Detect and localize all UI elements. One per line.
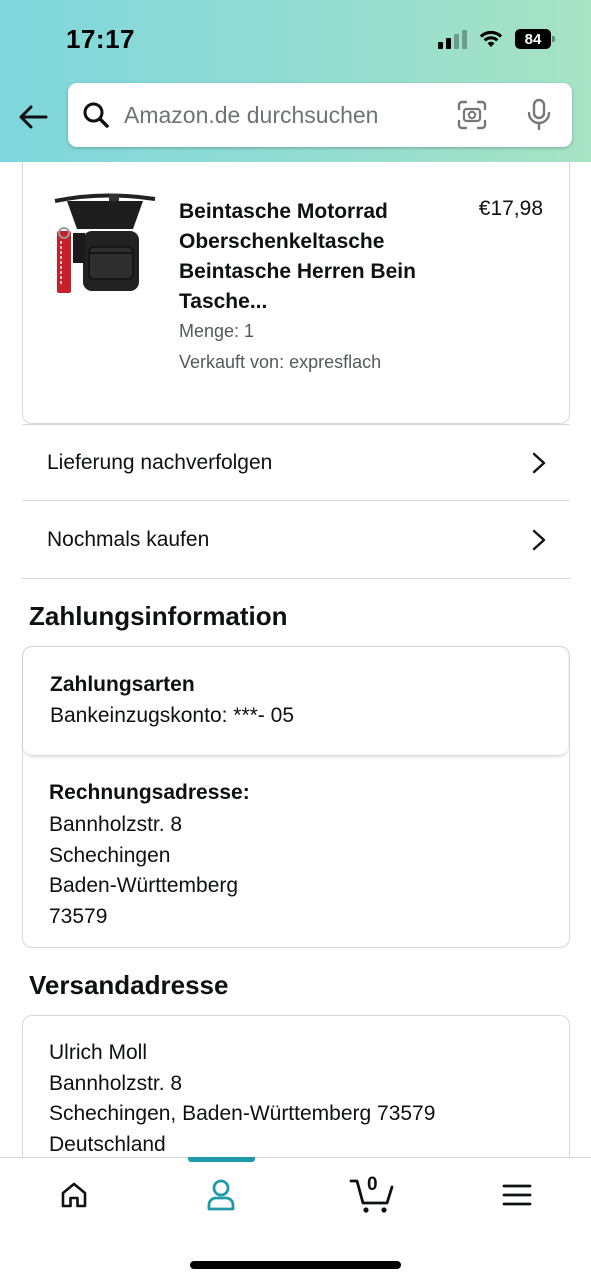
billing-street: Bannholzstr. 8 xyxy=(49,813,183,836)
home-icon xyxy=(61,1182,87,1208)
shipping-street: Bannholzstr. 8 xyxy=(49,1071,183,1095)
menu-icon xyxy=(502,1184,532,1206)
account-icon xyxy=(207,1179,235,1211)
payment-card: Zahlungsarten Bankeinzugskonto: ***- 05 … xyxy=(22,646,570,948)
shipping-city-line: Schechingen, Baden-Württemberg 73579 xyxy=(49,1102,436,1125)
camera-scan-icon[interactable] xyxy=(456,99,488,131)
payment-methods-box[interactable]: Zahlungsarten Bankeinzugskonto: ***- 05 xyxy=(23,647,568,756)
product-price: €17,98 xyxy=(478,197,543,220)
product-image[interactable] xyxy=(47,193,157,303)
product-seller: Verkauft von: expresflach xyxy=(179,352,382,372)
back-arrow-icon[interactable] xyxy=(16,100,50,134)
payment-heading: Zahlungsinformation xyxy=(29,601,288,631)
billing-zip: 73579 xyxy=(49,904,108,928)
track-delivery-label: Lieferung nachverfolgen xyxy=(47,450,273,474)
payment-methods-value: Bankeinzugskonto: ***- 05 xyxy=(50,704,294,727)
payment-methods-label: Zahlungsarten xyxy=(50,673,195,696)
billing-state: Baden-Württemberg xyxy=(49,874,239,897)
search-box[interactable] xyxy=(68,83,572,147)
wifi-icon xyxy=(479,30,503,47)
product-title[interactable]: Beintasche Motorrad Oberschenkeltasche B… xyxy=(179,197,419,317)
nav-menu-button[interactable] xyxy=(487,1174,547,1216)
chevron-right-icon xyxy=(532,452,546,473)
cart-count-badge: 0 xyxy=(367,1174,378,1195)
nav-cart-button[interactable]: 0 xyxy=(342,1174,402,1216)
nav-account-button[interactable] xyxy=(191,1174,251,1216)
billing-address: Bannholzstr. 8 Schechingen Baden-Württem… xyxy=(49,810,238,932)
shipping-address: Ulrich Moll Bannholzstr. 8 Schechingen, … xyxy=(49,1038,435,1160)
search-icon xyxy=(83,102,109,128)
shipping-country: Deutschland xyxy=(49,1132,166,1156)
buy-again-row[interactable]: Nochmals kaufen xyxy=(22,502,570,579)
chevron-right-icon xyxy=(532,529,546,551)
billing-city: Schechingen xyxy=(49,843,171,867)
battery-icon: 84 xyxy=(515,29,555,49)
cellular-signal-icon xyxy=(438,29,467,49)
order-item-card[interactable]: Beintasche Motorrad Oberschenkeltasche B… xyxy=(22,130,570,424)
home-indicator-bar[interactable] xyxy=(190,1261,401,1269)
bottom-navigation: 0 xyxy=(0,1157,591,1280)
status-icons: 84 xyxy=(438,26,555,52)
shipping-heading: Versandadresse xyxy=(29,970,229,1000)
billing-address-label: Rechnungsadresse: xyxy=(49,781,250,804)
microphone-icon[interactable] xyxy=(524,98,554,132)
buy-again-label: Nochmals kaufen xyxy=(47,528,210,551)
top-header: 17:17 84 xyxy=(0,0,591,162)
track-delivery-row[interactable]: Lieferung nachverfolgen xyxy=(22,424,570,501)
search-input[interactable] xyxy=(124,97,454,133)
nav-home-button[interactable] xyxy=(44,1174,104,1216)
product-quantity: Menge: 1 xyxy=(179,321,255,341)
active-tab-indicator xyxy=(188,1157,255,1162)
shipping-name: Ulrich Moll xyxy=(49,1041,148,1064)
status-time: 17:17 xyxy=(66,24,135,54)
